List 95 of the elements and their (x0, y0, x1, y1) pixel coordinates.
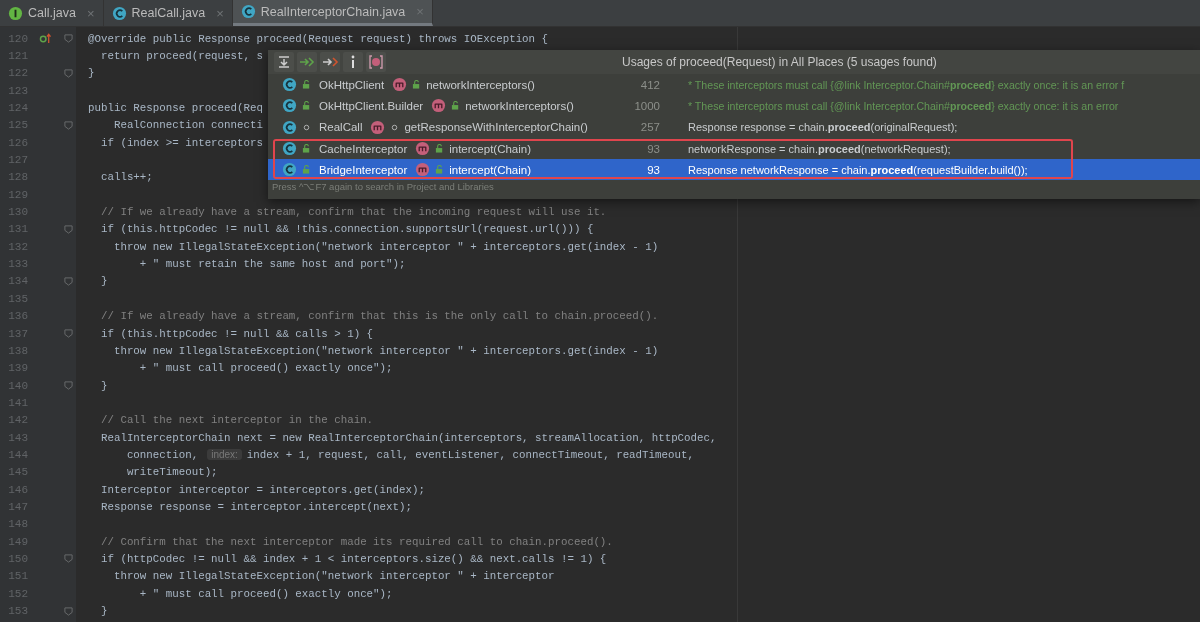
usage-code: Response networkResponse = chain.proceed(requestBuilder.build()); (688, 163, 1029, 176)
class-icon (282, 119, 297, 135)
line-number: 93 (646, 142, 660, 155)
line-number: 412 (639, 78, 660, 91)
class-name: CacheInterceptor (319, 142, 408, 155)
code-line: + " must call proceed() exactly once"); (138, 362, 393, 375)
class-icon (282, 162, 297, 178)
code-line: if (httpCodec != null && index + 1 < interceptors.size() && next.calls != 1) { (99, 553, 607, 565)
code-line: @Override public Response proceed(Request request) throws IOException { (88, 32, 549, 45)
line-number: 93 (646, 163, 660, 176)
tab-label: RealCall.java (131, 6, 206, 20)
method-icon (415, 162, 431, 178)
code-line: Response response = interceptor.intercept(next); (99, 500, 412, 513)
class-icon (282, 77, 297, 93)
code-line: } (99, 379, 108, 392)
code-line: } (99, 605, 108, 617)
class-icon (282, 98, 297, 114)
package-access-icon (390, 122, 400, 132)
code-line: // If we already have a stream, confirm that the incoming request will use it. (99, 206, 607, 219)
code-line: // Confirm that the next interceptor made its required call to chain.proceed(). (99, 535, 613, 548)
tab-label: RealInterceptorChain.java (260, 4, 406, 19)
method-name: intercept(Chain) (449, 163, 532, 176)
code-line: public Response proceed(Req (88, 102, 263, 115)
method-icon (415, 141, 431, 157)
file-tab[interactable]: Call.java × (0, 0, 104, 26)
usage-code: * These interceptors must call {@link Interceptor.Chain#proceed} exactly once: it is an error f (688, 78, 1126, 91)
usage-code: networkResponse = chain.proceed(networkRequest); (688, 142, 952, 155)
method-icon (392, 77, 408, 93)
method-icon (370, 119, 386, 135)
code-line: // Call the next interceptor in the chain. (99, 414, 374, 427)
code-line: throw new IllegalStateException("network interceptor " + interceptor (112, 570, 555, 583)
code-line: connection, (125, 448, 199, 461)
method-name: getResponseWithInterceptorChain() (404, 121, 588, 134)
fold-marker-icon[interactable] (63, 120, 73, 130)
fold-marker-icon[interactable] (63, 68, 73, 78)
usage-row[interactable]: BridgeInterceptor intercept(Chain) 93 Response networkResponse = chain.proceed(requestBuilder.build()); (268, 159, 1200, 181)
code-line: RealInterceptorChain next = new RealInterceptorChain(interceptors, streamAllocation, httpCodec, (99, 431, 717, 444)
method-icon (431, 98, 447, 114)
parameter-hint: index: (207, 449, 242, 461)
tab-label: Call.java (28, 6, 76, 20)
popup-title: Usages of proceed(Request) in All Places (5 usages found) (622, 55, 937, 69)
code-line: + " must retain the same host and port"); (138, 258, 406, 271)
file-tab[interactable]: RealInterceptorChain.java × (232, 0, 433, 26)
method-name: intercept(Chain) (449, 142, 532, 155)
code-line: index + 1, request, call, eventListener, connectTimeout, readTimeout, (246, 448, 694, 461)
class-icon (240, 4, 256, 19)
class-name: RealCall (319, 121, 363, 134)
usage-row[interactable]: OkHttpClient networkInterceptors() 412 * These interceptors must call {@link Interceptor.Chain#proceed} exactly once: it is an error f (268, 74, 1200, 96)
fold-marker-icon[interactable] (63, 34, 73, 44)
arrow-in-icon[interactable] (297, 52, 317, 72)
usage-code: * These interceptors must call {@link Interceptor.Chain#proceed} exactly once: it is an error (688, 99, 1120, 112)
class-icon (282, 141, 297, 157)
lock-icon (412, 80, 422, 90)
fold-marker-icon[interactable] (63, 329, 73, 338)
lock-icon (451, 101, 461, 111)
code-line: RealConnection connecti (112, 119, 263, 132)
arrow-out-icon[interactable] (320, 52, 340, 72)
code-line: + " must call proceed() exactly once"); (138, 587, 393, 600)
code-line: if (index >= interceptors (99, 136, 263, 149)
override-marker-icon[interactable] (38, 33, 52, 45)
method-name: networkInterceptors() (465, 99, 574, 112)
line-number: 257 (639, 121, 660, 134)
lock-icon (435, 165, 445, 175)
code-line: } (88, 67, 95, 80)
class-name: OkHttpClient (319, 78, 385, 91)
line-number: 1000 (633, 99, 660, 112)
usage-code: Response response = chain.proceed(originalRequest); (688, 121, 959, 134)
method-filter-icon[interactable] (366, 52, 386, 72)
interface-icon (8, 5, 23, 21)
method-name: networkInterceptors() (426, 78, 535, 91)
code-line: throw new IllegalStateException("network interceptor " + interceptors.get(index - 1) (112, 240, 659, 253)
fold-marker-icon[interactable] (63, 381, 73, 391)
code-line: if (this.httpCodec != null && calls > 1) { (99, 327, 374, 340)
usage-row[interactable]: RealCall getResponseWithInterceptorChain() 257 Response response = chain.proceed(originalRequest); (268, 116, 1200, 138)
code-line: throw new IllegalStateException("network interceptor " + interceptors.get(index - 1) (112, 344, 659, 357)
class-name: OkHttpClient.Builder (319, 99, 424, 112)
code-line: Interceptor interceptor = interceptors.get(index); (99, 483, 425, 496)
code-line: } (99, 275, 108, 288)
usage-row[interactable]: OkHttpClient.Builder networkInterceptors() 1000 * These interceptors must call {@link Interceptor.Chain#proceed} exactly once: it is an error (268, 95, 1200, 117)
class-icon (111, 5, 127, 21)
info-icon[interactable] (343, 52, 363, 72)
code-line: writeTimeout); (125, 466, 218, 479)
merge-icon[interactable] (274, 52, 294, 72)
fold-marker-icon[interactable] (63, 224, 73, 234)
usage-row[interactable]: CacheInterceptor intercept(Chain) 93 networkResponse = chain.proceed(networkRequest); (268, 137, 1200, 160)
class-name: BridgeInterceptor (319, 163, 408, 176)
code-line: calls++; (99, 171, 153, 184)
file-tab[interactable]: RealCall.java × (103, 0, 233, 26)
code-line: if (this.httpCodec != null && !this.connection.supportsUrl(request.url())) { (99, 223, 594, 236)
fold-marker-icon[interactable] (63, 554, 73, 564)
lock-icon (435, 144, 445, 154)
code-line: // If we already have a stream, confirm that this is the only call to chain.proceed(). (99, 310, 659, 323)
fold-marker-icon[interactable] (63, 606, 73, 616)
fold-marker-icon[interactable] (63, 277, 73, 286)
code-line: return proceed(request, s (99, 50, 263, 62)
